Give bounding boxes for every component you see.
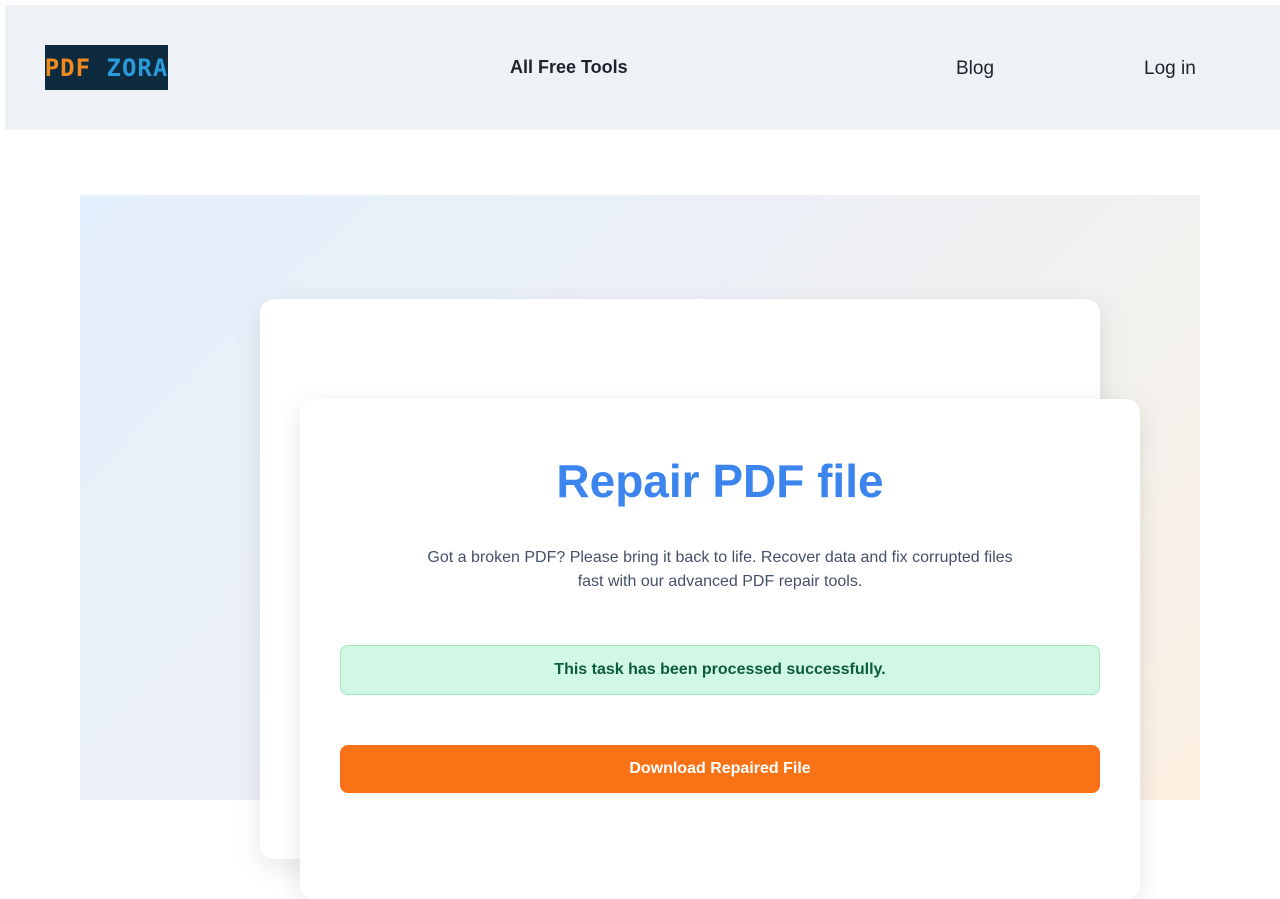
- page-title: Repair PDF file: [556, 455, 884, 507]
- download-repaired-file-button[interactable]: Download Repaired File: [340, 745, 1100, 793]
- logo-text-zora: ZORA: [106, 53, 169, 82]
- page-description: Got a broken PDF? Please bring it back t…: [427, 549, 1013, 590]
- nav-login[interactable]: Log in: [1144, 58, 1196, 80]
- pdfzora-logo[interactable]: PDF ZORA: [45, 45, 168, 90]
- success-message: This task has been processed successfull…: [554, 661, 886, 678]
- logo-text-pdf: PDF: [44, 53, 92, 82]
- nav-blog[interactable]: Blog: [956, 58, 994, 80]
- success-alert: This task has been processed successfull…: [340, 645, 1100, 695]
- site-header: PDF ZORA All Free Tools Blog Log in: [5, 5, 1280, 130]
- nav-all-free-tools[interactable]: All Free Tools: [510, 57, 628, 78]
- repair-card: Repair PDF file Got a broken PDF? Please…: [300, 399, 1140, 899]
